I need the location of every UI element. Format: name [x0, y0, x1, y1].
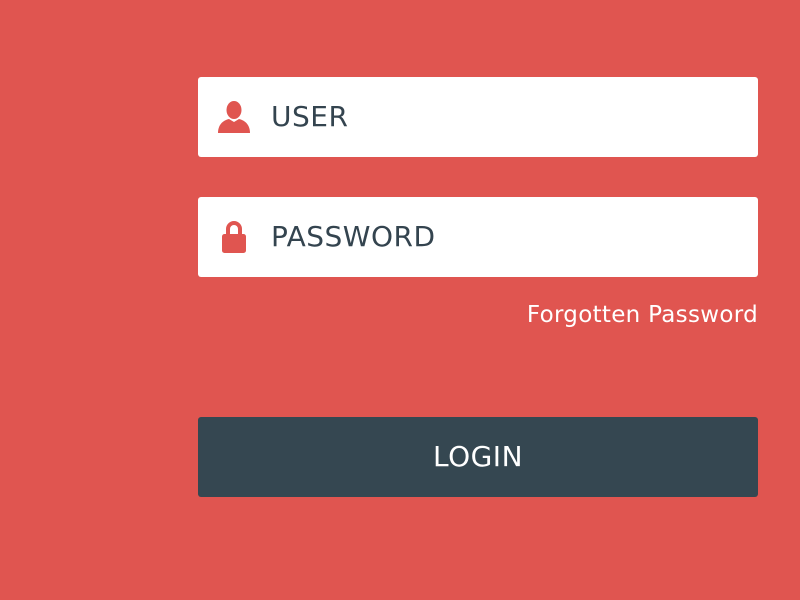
user-icon: [216, 99, 252, 135]
password-placeholder: PASSWORD: [271, 220, 436, 253]
login-button[interactable]: LOGIN: [198, 417, 758, 497]
user-field[interactable]: USER: [198, 77, 758, 157]
lock-icon: [216, 219, 252, 255]
forgotten-password-link[interactable]: Forgotten Password: [527, 297, 758, 333]
user-placeholder: USER: [271, 100, 349, 133]
password-field[interactable]: PASSWORD: [198, 197, 758, 277]
